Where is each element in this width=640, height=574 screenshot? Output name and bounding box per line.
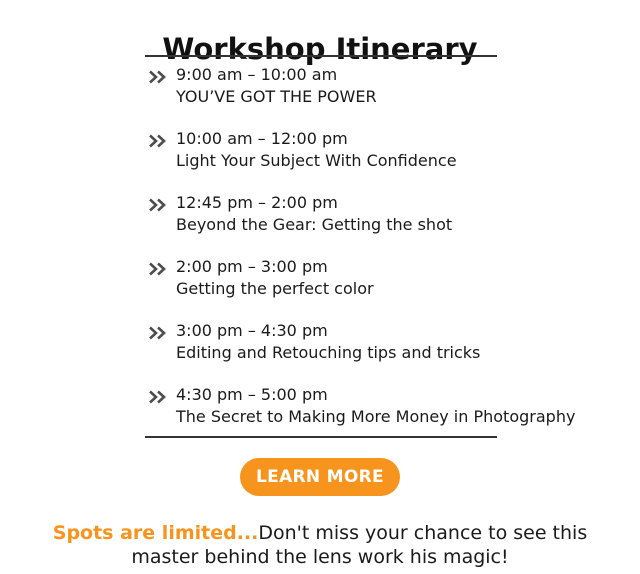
double-chevron-right-icon <box>149 326 166 340</box>
list-item: 3:00 pm – 4:30 pm Editing and Retouching… <box>145 320 605 384</box>
item-time: 3:00 pm – 4:30 pm <box>176 321 328 340</box>
item-title: Getting the perfect color <box>176 279 374 298</box>
itinerary-divider <box>145 436 497 438</box>
item-time: 9:00 am – 10:00 am <box>176 65 338 84</box>
title-divider <box>145 55 497 57</box>
item-title: The Secret to Making More Money in Photo… <box>176 407 576 426</box>
promo-text: Spots are limited...Don't miss your chan… <box>0 521 640 569</box>
item-title: YOU’VE GOT THE POWER <box>176 87 377 106</box>
double-chevron-right-icon <box>149 262 166 276</box>
learn-more-button[interactable]: LEARN MORE <box>240 458 400 496</box>
list-item: 10:00 am – 12:00 pm Light Your Subject W… <box>145 128 605 192</box>
promo-highlight: Spots are limited... <box>52 522 259 544</box>
item-time: 10:00 am – 12:00 pm <box>176 129 348 148</box>
list-item: 9:00 am – 10:00 am YOU’VE GOT THE POWER <box>145 64 605 128</box>
item-title: Beyond the Gear: Getting the shot <box>176 215 453 234</box>
promo-line-2: master behind the lens work his magic! <box>131 546 509 568</box>
item-time: 12:45 pm – 2:00 pm <box>176 193 338 212</box>
list-item: 4:30 pm – 5:00 pm The Secret to Making M… <box>145 384 605 448</box>
itinerary-list: 9:00 am – 10:00 am YOU’VE GOT THE POWER … <box>145 64 605 448</box>
list-item: 2:00 pm – 3:00 pm Getting the perfect co… <box>145 256 605 320</box>
list-item: 12:45 pm – 2:00 pm Beyond the Gear: Gett… <box>145 192 605 256</box>
double-chevron-right-icon <box>149 198 166 212</box>
double-chevron-right-icon <box>149 134 166 148</box>
item-title: Editing and Retouching tips and tricks <box>176 343 481 362</box>
item-time: 4:30 pm – 5:00 pm <box>176 385 328 404</box>
double-chevron-right-icon <box>149 70 166 84</box>
promo-line-1: Don't miss your chance to see this <box>258 522 588 544</box>
double-chevron-right-icon <box>149 390 166 404</box>
item-title: Light Your Subject With Confidence <box>176 151 457 170</box>
item-time: 2:00 pm – 3:00 pm <box>176 257 328 276</box>
